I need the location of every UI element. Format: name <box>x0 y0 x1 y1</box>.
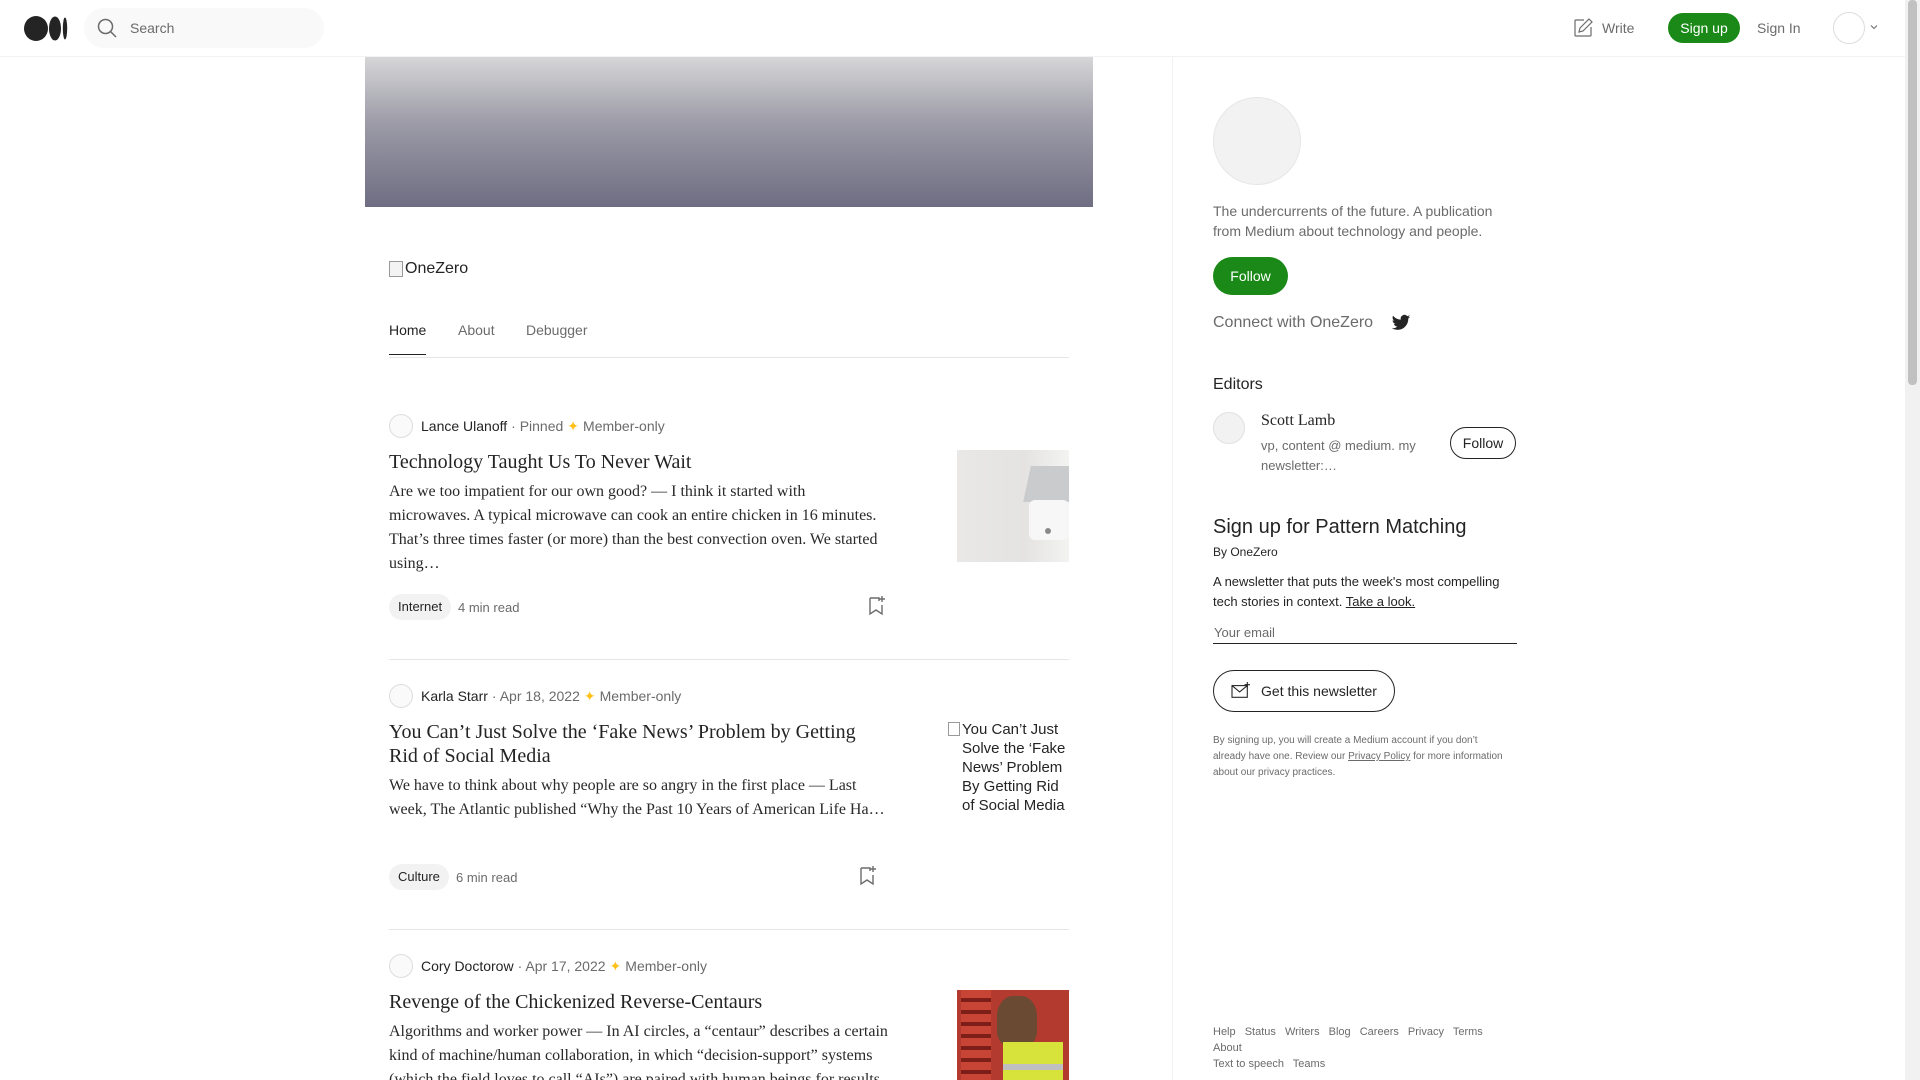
article-thumbnail[interactable] <box>957 450 1069 562</box>
broken-image-icon <box>948 722 960 736</box>
sidebar-footer: Help Status Writers Blog Careers Privacy… <box>1213 1024 1523 1072</box>
user-avatar[interactable] <box>1833 12 1865 44</box>
article-dateline: · Apr 17, 2022 <box>517 958 606 974</box>
medium-logo-icon[interactable] <box>24 16 68 41</box>
author-name[interactable]: Cory Doctorow <box>421 958 514 974</box>
get-newsletter-button[interactable]: Get this newsletter <box>1213 670 1395 712</box>
footer-link-text-to-speech[interactable]: Text to speech <box>1213 1058 1284 1070</box>
newsletter-byline: By OneZero <box>1213 545 1278 559</box>
divider <box>389 929 1069 930</box>
newsletter-title: Sign up for Pattern Matching <box>1213 516 1467 538</box>
topic-tag[interactable]: Culture <box>389 864 449 890</box>
member-badge: Member-only <box>583 418 665 434</box>
take-a-look-link[interactable]: Take a look. <box>1346 594 1415 609</box>
footer-link-status[interactable]: Status <box>1245 1026 1276 1038</box>
article-card[interactable]: Lance Ulanoff · Pinned ✦ Member-only Tec… <box>389 414 1069 654</box>
signin-link[interactable]: Sign In <box>1757 20 1801 36</box>
editor-avatar[interactable] <box>1213 412 1245 444</box>
get-newsletter-label: Get this newsletter <box>1261 683 1377 699</box>
member-badge: Member-only <box>625 958 707 974</box>
author-name[interactable]: Lance Ulanoff <box>421 418 507 434</box>
connect-label: Connect with OneZero <box>1213 314 1374 331</box>
footer-link-terms[interactable]: Terms <box>1453 1026 1483 1038</box>
publication-avatar[interactable] <box>1213 97 1301 185</box>
twitter-icon[interactable] <box>1391 314 1411 332</box>
article-meta: Lance Ulanoff · Pinned ✦ Member-only <box>389 414 665 438</box>
newsletter-legal: By signing up, you will create a Medium … <box>1213 733 1513 781</box>
member-star-icon: ✦ <box>609 957 622 974</box>
article-thumbnail-alt[interactable]: You Can’t Just Solve the ‘Fake News’ Pro… <box>948 720 1069 815</box>
connect-row: Connect with OneZero <box>1213 314 1411 332</box>
article-meta: Cory Doctorow · Apr 17, 2022 ✦ Member-on… <box>389 954 707 978</box>
article-dateline: · Apr 18, 2022 <box>491 688 580 704</box>
newsletter-description: A newsletter that puts the week's most c… <box>1213 572 1518 612</box>
article-excerpt[interactable]: Algorithms and worker power — In AI circ… <box>389 1020 889 1080</box>
pencil-square-icon <box>1574 18 1593 37</box>
bookmark-add-icon[interactable] <box>864 594 888 618</box>
tab-home[interactable]: Home <box>389 322 427 355</box>
editor-name[interactable]: Scott Lamb <box>1261 412 1335 430</box>
privacy-policy-link[interactable]: Privacy Policy <box>1348 751 1410 762</box>
bookmark-add-icon[interactable] <box>855 864 879 888</box>
page-scrollbar[interactable] <box>1905 0 1920 1080</box>
article-title[interactable]: You Can’t Just Solve the ‘Fake News’ Pro… <box>389 720 879 768</box>
footer-link-about[interactable]: About <box>1213 1042 1242 1054</box>
follow-editor-button[interactable]: Follow <box>1450 427 1516 459</box>
article-card[interactable]: Karla Starr · Apr 18, 2022 ✦ Member-only… <box>389 684 1069 924</box>
member-star-icon: ✦ <box>567 417 580 434</box>
top-navbar: Write Sign up Sign In <box>0 0 1905 57</box>
author-name[interactable]: Karla Starr <box>421 688 488 704</box>
write-label: Write <box>1602 20 1635 36</box>
article-card[interactable]: Cory Doctorow · Apr 17, 2022 ✦ Member-on… <box>389 954 1069 1080</box>
author-avatar[interactable] <box>389 954 413 978</box>
footer-link-writers[interactable]: Writers <box>1285 1026 1320 1038</box>
search-bar[interactable] <box>84 8 324 48</box>
publication-description: The undercurrents of the future. A publi… <box>1213 203 1493 239</box>
footer-link-teams[interactable]: Teams <box>1293 1058 1325 1070</box>
footer-link-help[interactable]: Help <box>1213 1026 1236 1038</box>
mail-plus-icon <box>1231 682 1251 698</box>
divider <box>389 659 1069 660</box>
publication-tabs: Home About Debugger <box>389 320 1069 358</box>
editors-heading: Editors <box>1213 376 1263 393</box>
article-dateline: · Pinned <box>511 418 564 434</box>
article-title[interactable]: Technology Taught Us To Never Wait <box>389 450 889 474</box>
author-avatar[interactable] <box>389 684 413 708</box>
footer-link-blog[interactable]: Blog <box>1329 1026 1351 1038</box>
read-time: 4 min read <box>458 600 520 615</box>
footer-link-privacy[interactable]: Privacy <box>1408 1026 1444 1038</box>
tab-debugger[interactable]: Debugger <box>526 322 588 338</box>
article-meta: Karla Starr · Apr 18, 2022 ✦ Member-only <box>389 684 681 708</box>
scrollbar-thumb[interactable] <box>1908 0 1917 385</box>
article-title[interactable]: Revenge of the Chickenized Reverse-Centa… <box>389 990 889 1014</box>
publication-logo[interactable]: OneZero <box>389 260 468 278</box>
article-excerpt[interactable]: We have to think about why people are so… <box>389 774 889 822</box>
member-star-icon: ✦ <box>583 687 596 704</box>
publication-logo-alt: OneZero <box>405 260 469 277</box>
search-icon <box>97 18 117 38</box>
search-input[interactable] <box>130 20 310 36</box>
footer-link-careers[interactable]: Careers <box>1360 1026 1399 1038</box>
topic-tag[interactable]: Internet <box>389 594 452 620</box>
thumbnail-alt-text: You Can’t Just Solve the ‘Fake News’ Pro… <box>962 721 1066 814</box>
tab-about[interactable]: About <box>458 322 495 338</box>
publication-header-image <box>365 57 1093 207</box>
chevron-down-icon[interactable] <box>1870 23 1878 31</box>
article-excerpt[interactable]: Are we too impatient for our own good? —… <box>389 480 889 576</box>
broken-image-icon <box>389 261 403 277</box>
editor-bio: vp, content @ medium. my newsletter:… <box>1261 438 1416 473</box>
follow-publication-button[interactable]: Follow <box>1213 257 1288 295</box>
write-button[interactable]: Write <box>1572 17 1634 39</box>
signup-button[interactable]: Sign up <box>1668 13 1740 43</box>
member-badge: Member-only <box>599 688 682 704</box>
author-avatar[interactable] <box>389 414 413 438</box>
email-field[interactable] <box>1213 622 1517 644</box>
article-thumbnail[interactable] <box>957 990 1069 1080</box>
read-time: 6 min read <box>456 870 518 885</box>
